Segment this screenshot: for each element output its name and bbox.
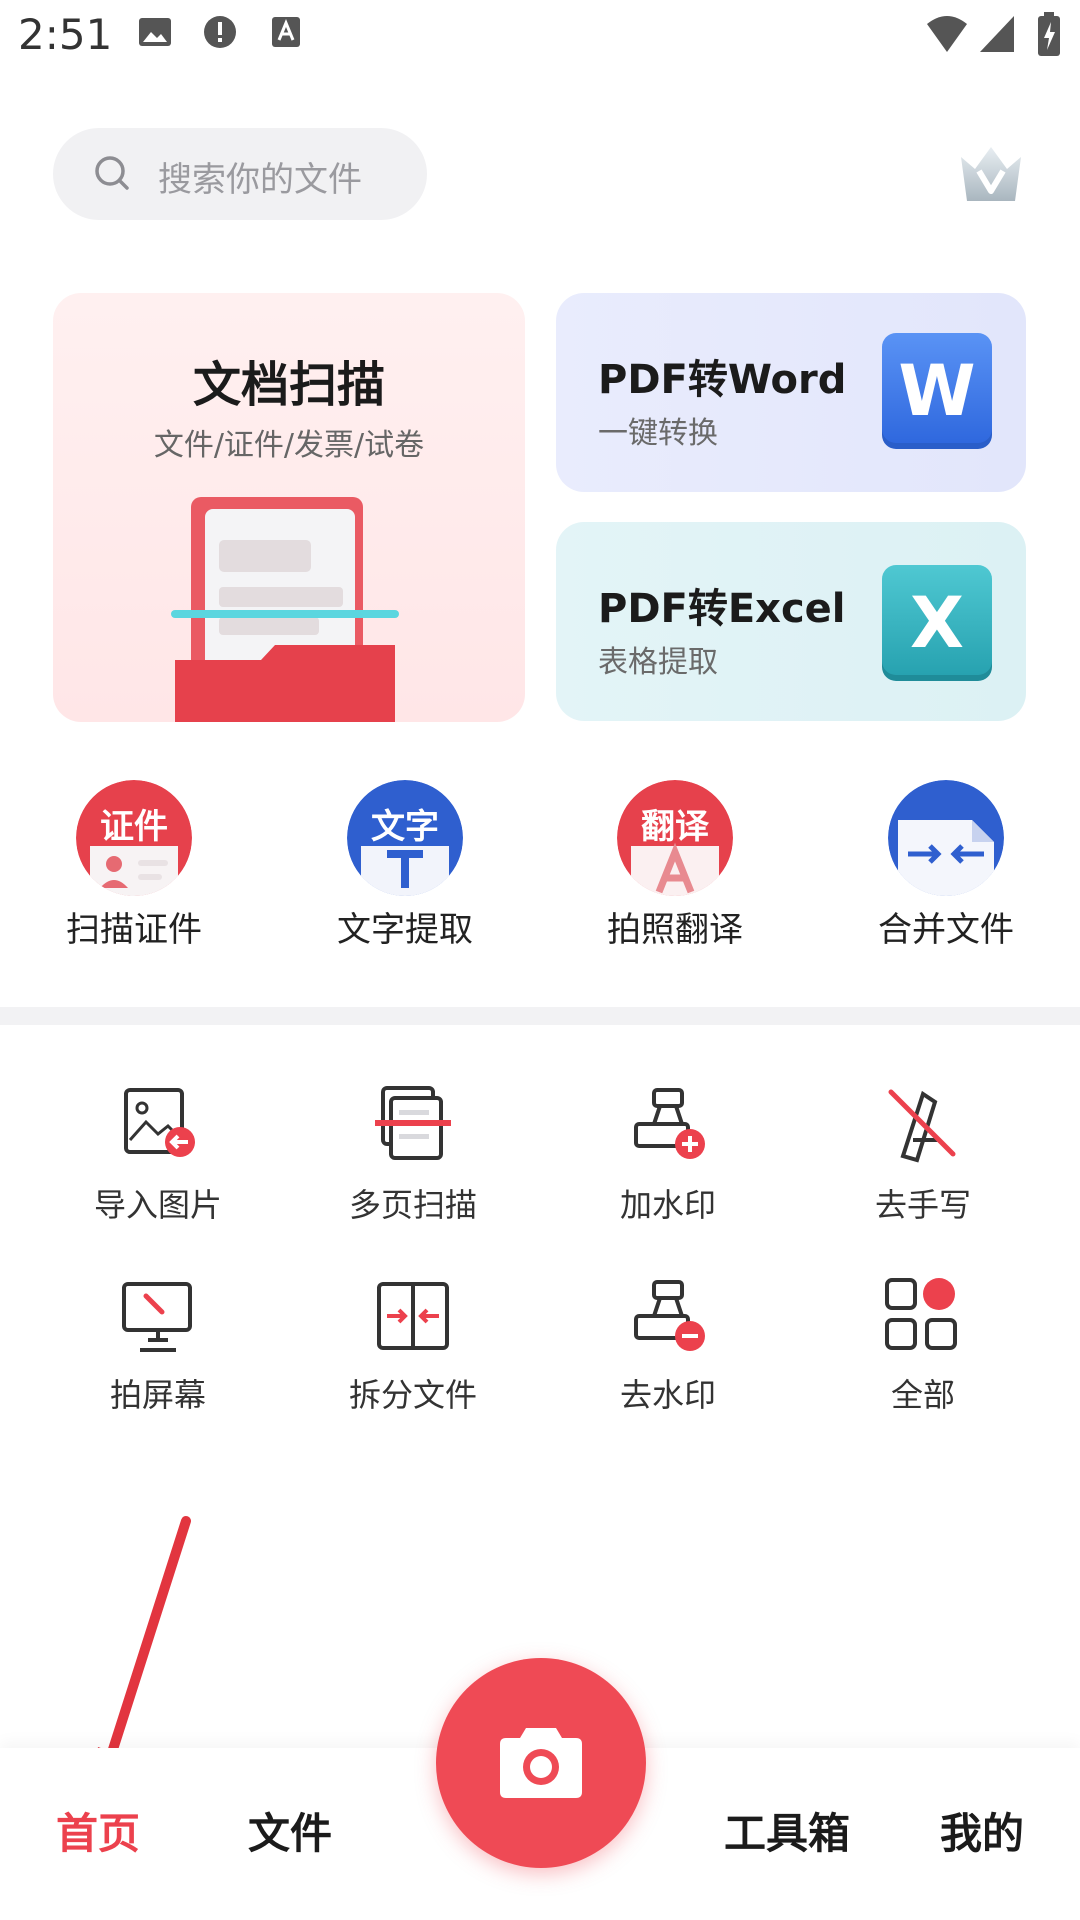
- scan-id-icon: 证件: [76, 780, 192, 896]
- search-input[interactable]: 搜索你的文件: [158, 152, 362, 201]
- add-watermark-icon[interactable]: [628, 1084, 708, 1164]
- tool-scan-id-label: 扫描证件: [66, 910, 202, 950]
- remove-watermark-icon[interactable]: [628, 1276, 708, 1356]
- split-file-icon[interactable]: [373, 1276, 453, 1356]
- nav-mine[interactable]: 我的: [902, 1800, 1062, 1861]
- tool-all-label: 全部: [890, 1376, 955, 1414]
- tool-text-extract-label: 文字提取: [337, 910, 473, 950]
- remove-handwriting-icon[interactable]: [883, 1084, 963, 1164]
- all-tools-icon[interactable]: [883, 1276, 963, 1356]
- status-time: 2:51: [18, 10, 113, 59]
- tool-merge-files-label: 合并文件: [878, 910, 1014, 950]
- excel-icon-letter: X: [910, 582, 964, 664]
- tool-remove-watermark-label: 去水印: [619, 1376, 716, 1414]
- text-extract-icon: 文字: [347, 780, 463, 896]
- tool-capture-screen-label: 拍屏幕: [109, 1376, 206, 1414]
- tool-add-watermark-label: 加水印: [619, 1186, 716, 1224]
- vip-crown-icon[interactable]: [957, 143, 1025, 207]
- pdf-to-word-title: PDF转Word: [598, 357, 847, 403]
- document-scan-title: 文档扫描: [192, 357, 385, 413]
- tool-split-file-label: 拆分文件: [348, 1376, 477, 1414]
- tool-multi-page-scan-label: 多页扫描: [348, 1186, 477, 1224]
- tool-remove-handwriting-label: 去手写: [874, 1186, 971, 1224]
- alert-notification-icon: [204, 16, 236, 48]
- signal-icon: [980, 16, 1014, 52]
- text-extract-icon-text: 文字: [371, 807, 439, 847]
- import-image-icon[interactable]: [118, 1084, 198, 1164]
- pdf-to-excel-subtitle: 表格提取: [598, 645, 718, 680]
- tool-photo-translate-label: 拍照翻译: [607, 910, 743, 950]
- tool-photo-translate[interactable]: 翻译: [617, 780, 733, 900]
- photo-translate-icon: 翻译: [617, 780, 733, 896]
- tool-import-image-label: 导入图片: [93, 1186, 222, 1224]
- capture-screen-icon[interactable]: [118, 1276, 198, 1356]
- document-scan-subtitle: 文件/证件/发票/试卷: [153, 428, 425, 463]
- pdf-to-word-subtitle: 一键转换: [598, 416, 718, 451]
- multi-page-scan-icon[interactable]: [373, 1084, 453, 1164]
- nav-files[interactable]: 文件: [210, 1800, 370, 1861]
- pdf-to-excel-title: PDF转Excel: [598, 586, 846, 632]
- tool-merge-files[interactable]: [888, 780, 1004, 900]
- scan-id-icon-text: 证件: [100, 807, 168, 847]
- section-divider: [0, 1007, 1080, 1025]
- text-notification-icon: [272, 17, 300, 47]
- tool-scan-id[interactable]: 证件: [76, 780, 192, 900]
- nav-home[interactable]: 首页: [18, 1800, 178, 1861]
- word-icon: W: [882, 333, 992, 449]
- document-scan-illustration: [171, 497, 399, 722]
- status-bar: 2:51: [0, 0, 1080, 72]
- photo-translate-icon-text: 翻译: [641, 807, 710, 847]
- nav-toolbox[interactable]: 工具箱: [707, 1800, 867, 1861]
- word-icon-letter: W: [898, 350, 975, 432]
- camera-icon: [500, 1728, 582, 1798]
- battery-icon: [1038, 12, 1060, 56]
- camera-button[interactable]: [436, 1658, 646, 1868]
- image-notification-icon: [139, 18, 171, 46]
- merge-files-icon: [888, 780, 1004, 896]
- wifi-icon: [927, 16, 967, 52]
- excel-icon: X: [882, 565, 992, 681]
- search-icon: [95, 156, 129, 190]
- tool-text-extract[interactable]: 文字: [347, 780, 463, 900]
